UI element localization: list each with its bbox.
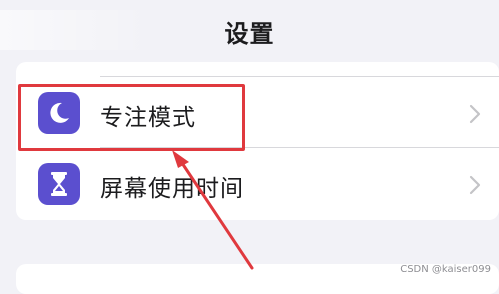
chevron-right-icon	[469, 104, 481, 124]
hourglass-icon	[38, 163, 80, 205]
navigation-bar: 设置	[0, 0, 499, 62]
page-title: 设置	[224, 20, 275, 48]
watermark: CSDN @kaiser099	[400, 264, 491, 275]
divider	[100, 76, 499, 77]
chevron-right-icon	[469, 175, 481, 195]
annotation-highlight-box	[18, 84, 245, 151]
settings-item-label: 屏幕使用时间	[100, 176, 244, 202]
settings-item-screen-time[interactable]: 屏幕使用时间	[16, 149, 499, 220]
